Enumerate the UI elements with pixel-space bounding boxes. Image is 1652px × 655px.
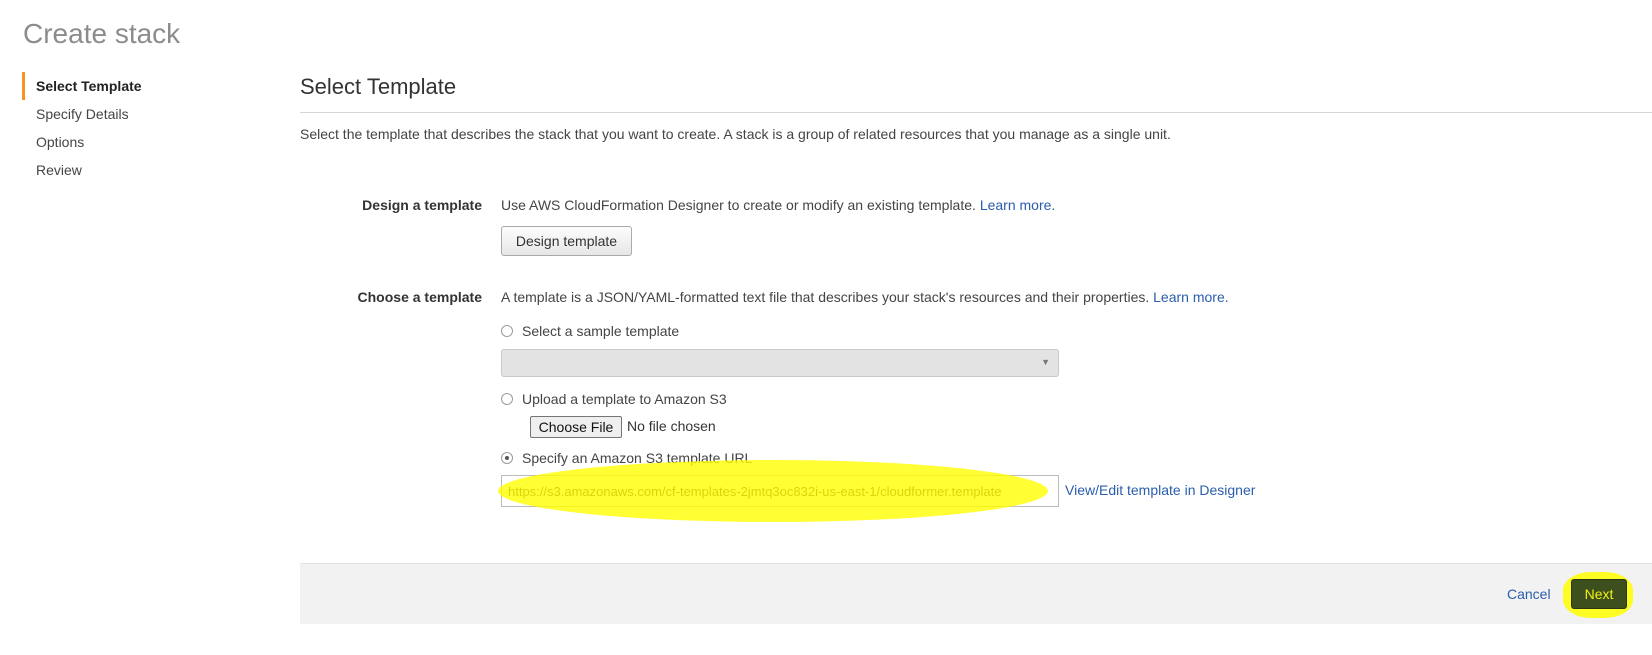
sample-template-label: Select a sample template [522, 323, 680, 339]
design-template-text: Use AWS CloudFormation Designer to creat… [501, 197, 976, 213]
upload-template-option[interactable]: Upload a template to Amazon S3 [501, 391, 727, 407]
url-template-radio[interactable] [501, 452, 513, 464]
step-options[interactable]: Options [22, 128, 242, 156]
section-divider [300, 112, 1652, 113]
choose-template-text: A template is a JSON/YAML-formatted text… [501, 289, 1150, 305]
upload-template-label: Upload a template to Amazon S3 [522, 391, 727, 407]
section-title: Select Template [300, 74, 457, 99]
file-status: No file chosen [627, 418, 716, 434]
step-select-template[interactable]: Select Template [22, 72, 242, 100]
sample-template-option[interactable]: Select a sample template [501, 323, 679, 339]
choose-file-button[interactable]: Choose File [530, 416, 622, 438]
choose-template-label: Choose a template [357, 289, 482, 305]
step-review[interactable]: Review [22, 156, 242, 184]
page-title: Create stack [23, 18, 181, 49]
url-template-label: Specify an Amazon S3 template URL [522, 450, 753, 466]
design-template-label: Design a template [362, 197, 482, 213]
view-edit-designer-link[interactable]: View/Edit template in Designer [1065, 482, 1255, 498]
dropdown-arrow-icon: ▼ [1041, 357, 1050, 367]
footer-bar [300, 563, 1652, 624]
upload-template-radio[interactable] [501, 393, 513, 405]
choose-learn-more-link[interactable]: Learn more. [1153, 289, 1228, 305]
template-url-input[interactable] [501, 475, 1059, 507]
next-button[interactable]: Next [1571, 579, 1627, 609]
design-learn-more-link[interactable]: Learn more. [980, 197, 1055, 213]
wizard-steps: Select Template Specify Details Options … [22, 72, 242, 184]
design-template-description: Use AWS CloudFormation Designer to creat… [501, 197, 1055, 213]
sample-template-select[interactable]: ▼ [501, 349, 1059, 377]
section-intro: Select the template that describes the s… [300, 126, 1171, 142]
step-specify-details[interactable]: Specify Details [22, 100, 242, 128]
sample-template-radio[interactable] [501, 325, 513, 337]
design-template-button[interactable]: Design template [501, 226, 632, 256]
cancel-link[interactable]: Cancel [1507, 586, 1551, 602]
url-template-option[interactable]: Specify an Amazon S3 template URL [501, 450, 752, 466]
choose-template-description: A template is a JSON/YAML-formatted text… [501, 289, 1229, 305]
